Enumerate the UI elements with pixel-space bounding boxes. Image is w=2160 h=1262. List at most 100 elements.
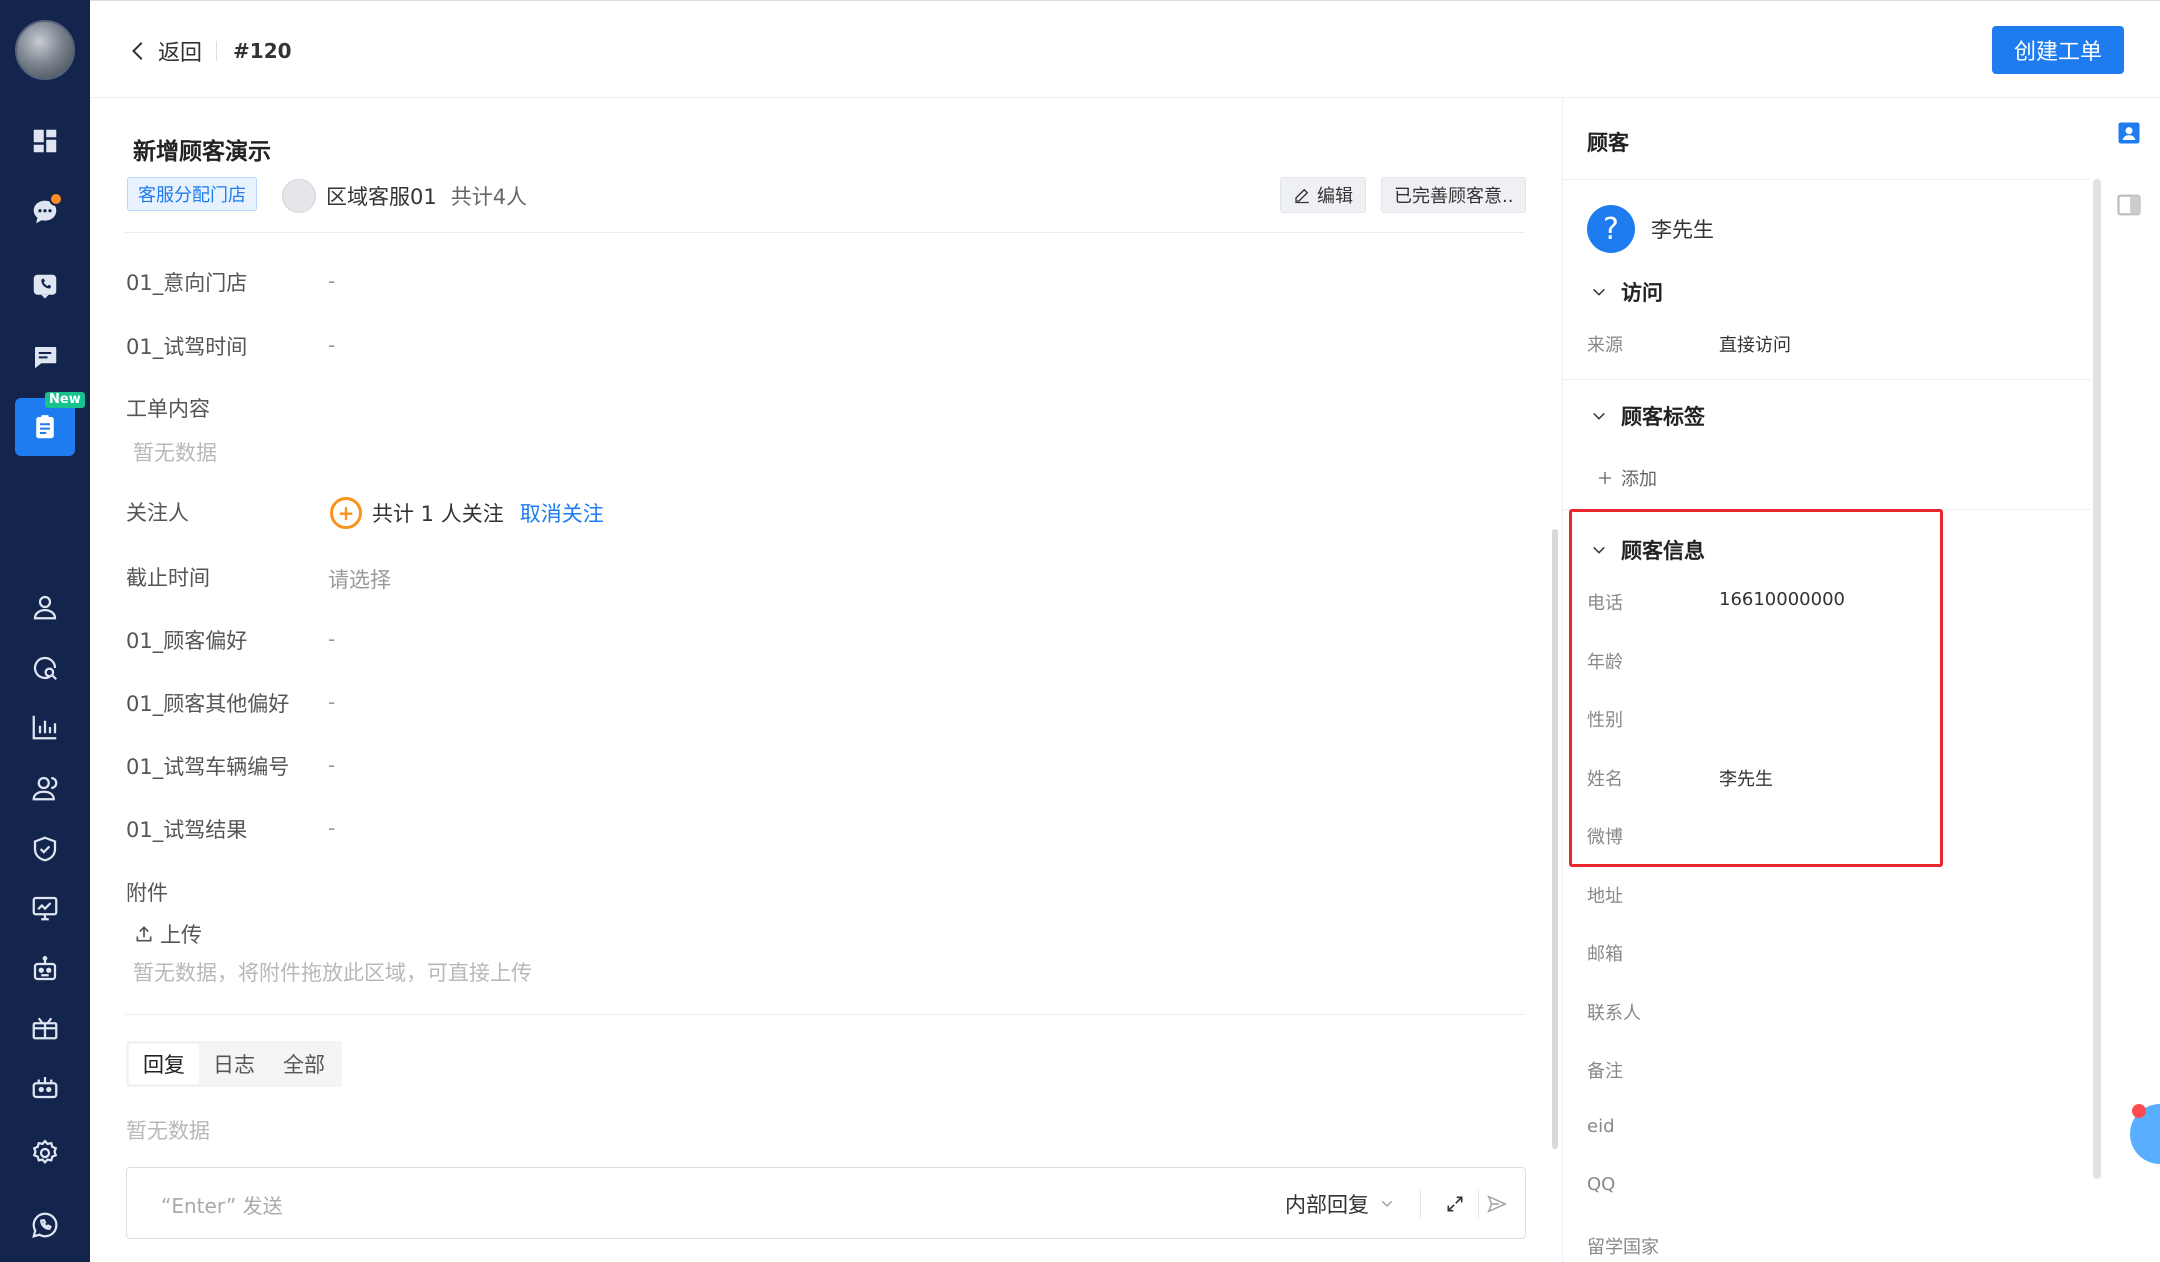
gift-box-icon[interactable]	[25, 1007, 65, 1047]
bot-service-icon[interactable]	[25, 1067, 65, 1107]
ticket-tag[interactable]: 客服分配门店	[127, 177, 257, 211]
ticket-number: #120	[233, 39, 292, 63]
field-value[interactable]: -	[328, 690, 335, 714]
content-empty[interactable]: 暂无数据	[133, 437, 217, 467]
customer-card-icon[interactable]	[2115, 119, 2143, 147]
dashboard-icon[interactable]	[25, 121, 65, 161]
gear-icon[interactable]	[25, 1133, 65, 1173]
field-label: 截止时间	[126, 566, 210, 590]
new-badge: New	[45, 392, 85, 408]
tab-all[interactable]: 全部	[269, 1044, 339, 1084]
source-value: 直接访问	[1719, 335, 1791, 356]
info-label: 地址	[1587, 886, 1623, 907]
assignee[interactable]: 区域客服01 共计4人	[282, 179, 527, 213]
message-icon[interactable]	[25, 337, 65, 377]
field-value[interactable]: -	[328, 753, 335, 777]
field-label: 01_意向门店	[126, 271, 248, 295]
info-label: 备注	[1587, 1061, 1623, 1082]
left-nav: New	[0, 0, 90, 1262]
edit-button[interactable]: 编辑	[1280, 177, 1366, 213]
monitor-icon[interactable]	[25, 888, 65, 928]
field-label: 01_试驾时间	[126, 335, 248, 359]
info-label: eid	[1587, 1116, 1615, 1137]
upload-icon	[136, 926, 152, 942]
field-label: 关注人	[126, 501, 189, 525]
follower-count: 共计 1 人关注	[372, 502, 504, 526]
reply-input[interactable]: “Enter” 发送 内部回复	[126, 1167, 1526, 1239]
info-label: 邮箱	[1587, 944, 1623, 965]
attachment-dropzone[interactable]: 暂无数据，将附件拖放此区域，可直接上传	[133, 957, 532, 987]
assignee-name: 区域客服01	[326, 185, 437, 209]
chevron-down-icon	[1593, 412, 1605, 420]
whatsapp-icon[interactable]	[25, 1205, 65, 1245]
unknown-customer-icon: ?	[1587, 205, 1635, 253]
top-bar: 返回 #120 创建工单	[90, 0, 2160, 98]
section-visit-title: 访问	[1621, 281, 1663, 305]
reply-tabs: 回复 日志 全部	[126, 1041, 342, 1087]
status-button[interactable]: 已完善顾客意..	[1381, 177, 1527, 213]
bar-chart-icon[interactable]	[25, 707, 65, 747]
tab-log[interactable]: 日志	[199, 1044, 269, 1084]
divider	[216, 41, 218, 61]
info-label: QQ	[1587, 1174, 1616, 1195]
field-value[interactable]: -	[328, 269, 335, 293]
highlight-box	[1569, 509, 1943, 867]
divider	[125, 232, 1525, 233]
shield-icon[interactable]	[25, 829, 65, 869]
assignee-count: 共计4人	[450, 185, 528, 209]
divider	[1563, 179, 2091, 180]
reply-mode-select[interactable]: 内部回复	[1285, 1189, 1395, 1219]
customer-panel: 顾客 ? 李先生 访问 来源 直接访问 顾客标签 添加 顾客信息 电话 1661…	[1562, 99, 2101, 1262]
phone-icon[interactable]	[25, 266, 65, 306]
divider	[1563, 379, 2091, 380]
send-icon[interactable]	[1483, 1190, 1511, 1218]
field-label: 工单内容	[126, 397, 210, 421]
divider	[1420, 1190, 1421, 1218]
contact-icon[interactable]	[25, 587, 65, 627]
field-value[interactable]: -	[328, 816, 335, 840]
notification-dot	[2132, 1104, 2146, 1118]
ticket-title: 新增顾客演示	[133, 139, 271, 165]
add-tag-label: 添加	[1621, 469, 1657, 490]
info-label: 留学国家	[1587, 1237, 1659, 1258]
section-tags-title: 顾客标签	[1621, 405, 1705, 429]
reply-empty: 暂无数据	[126, 1119, 210, 1143]
reply-mode-label: 内部回复	[1285, 1193, 1369, 1217]
main-scrollbar[interactable]	[1552, 529, 1558, 1149]
field-label: 01_顾客其他偏好	[126, 692, 290, 716]
add-tag-button[interactable]: 添加	[1597, 465, 1657, 491]
deadline-picker[interactable]: 请选择	[328, 564, 391, 594]
robot-icon[interactable]	[25, 949, 65, 989]
back-button[interactable]: 返回 #120	[128, 35, 292, 67]
upload-button[interactable]: 上传	[134, 919, 202, 949]
divider	[1478, 1190, 1479, 1218]
tab-reply[interactable]: 回复	[129, 1044, 199, 1084]
user-avatar[interactable]	[15, 20, 75, 80]
expand-icon[interactable]	[1441, 1190, 1469, 1218]
customer-name: 李先生	[1651, 218, 1714, 242]
unfollow-link[interactable]: 取消关注	[520, 498, 604, 528]
team-icon[interactable]	[25, 768, 65, 808]
upload-label: 上传	[160, 923, 202, 947]
create-ticket-button[interactable]: 创建工单	[1992, 26, 2124, 74]
search-history-icon[interactable]	[25, 648, 65, 688]
section-visit-toggle[interactable]: 访问	[1591, 277, 1663, 307]
reply-placeholder: “Enter” 发送	[161, 1194, 283, 1218]
field-value[interactable]: -	[328, 627, 335, 651]
field-label: 附件	[126, 881, 168, 905]
edit-label: 编辑	[1317, 186, 1353, 207]
customer-identity: ? 李先生	[1587, 205, 1714, 253]
source-label: 来源	[1587, 335, 1623, 356]
chevron-down-icon	[1593, 288, 1605, 296]
chevron-down-icon	[1381, 1200, 1393, 1207]
chat-icon[interactable]	[25, 192, 65, 232]
ticket-icon[interactable]: New	[15, 392, 85, 456]
assignee-avatar	[282, 179, 316, 213]
pencil-icon	[1295, 188, 1309, 204]
add-follower-icon[interactable]: +	[330, 497, 362, 529]
field-value[interactable]: -	[328, 333, 335, 357]
sidebar-panel-icon[interactable]	[2115, 191, 2143, 219]
info-label: 联系人	[1587, 1003, 1641, 1024]
chevron-left-icon	[132, 42, 143, 60]
section-tags-toggle[interactable]: 顾客标签	[1591, 401, 1705, 431]
